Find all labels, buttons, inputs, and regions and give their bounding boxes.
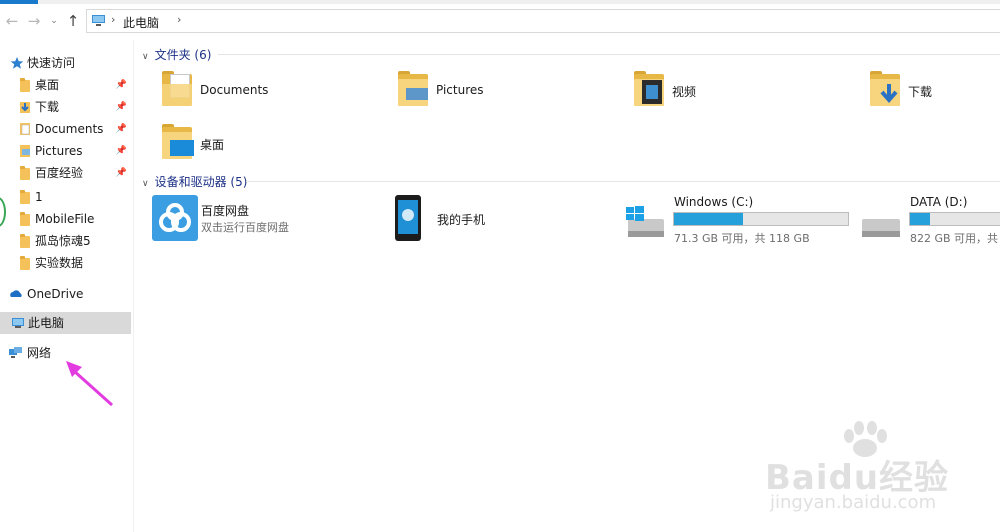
forward-arrow-icon[interactable]: → bbox=[24, 10, 44, 32]
device-name: DATA (D:) bbox=[910, 195, 968, 209]
drive-usage-fill bbox=[910, 213, 930, 225]
drive-usage-bar bbox=[673, 212, 849, 226]
folder-name: Pictures bbox=[436, 83, 484, 97]
sidebar-item-quick-access[interactable]: 快速访问 bbox=[0, 52, 131, 74]
breadcrumb-chevron-icon[interactable]: › bbox=[177, 13, 181, 26]
folder-icon bbox=[20, 166, 30, 180]
folder-pictures[interactable]: Pictures bbox=[394, 70, 594, 118]
sidebar-item-far-cry-5[interactable]: 孤岛惊魂5 bbox=[0, 230, 131, 252]
folder-documents[interactable]: Documents bbox=[158, 70, 358, 118]
download-arrow-icon bbox=[20, 102, 30, 113]
device-name: Windows (C:) bbox=[674, 195, 754, 209]
devices-group-header[interactable]: ∨ 设备和驱动器 (5) bbox=[142, 173, 247, 191]
sidebar-item-label: OneDrive bbox=[27, 287, 84, 301]
sidebar-item-label: 1 bbox=[35, 190, 43, 204]
device-drive-d[interactable]: DATA (D:) 822 GB 可用，共 9 bbox=[860, 195, 1000, 251]
recent-locations-chevron-icon[interactable]: ⌄ bbox=[44, 10, 64, 32]
hard-drive-icon bbox=[862, 219, 900, 237]
device-subtitle: 822 GB 可用，共 9 bbox=[910, 232, 1000, 245]
sidebar-item-downloads[interactable]: 下载 📌 bbox=[0, 96, 131, 118]
sidebar-item-label: MobileFile bbox=[35, 212, 95, 226]
document-icon bbox=[20, 123, 30, 135]
pin-icon: 📌 bbox=[115, 124, 127, 134]
folder-icon bbox=[20, 212, 30, 226]
sidebar-item-label: 百度经验 bbox=[35, 166, 84, 180]
sidebar-item-label: 实验数据 bbox=[35, 256, 84, 270]
device-name: 百度网盘 bbox=[201, 204, 250, 218]
drive-usage-fill bbox=[674, 213, 743, 225]
windows-drive-icon bbox=[626, 206, 664, 237]
sidebar-item-label: 网络 bbox=[27, 346, 52, 360]
sidebar-item-desktop[interactable]: 桌面 📌 bbox=[0, 74, 131, 96]
pictures-icon bbox=[20, 145, 30, 157]
watermark-url: jingyan.baidu.com bbox=[770, 492, 937, 513]
folder-downloads[interactable]: 下载 bbox=[866, 70, 1000, 118]
address-bar[interactable]: › 此电脑 › bbox=[86, 9, 1000, 33]
navigation-bar: ← → ⌄ ↑ › 此电脑 › bbox=[0, 6, 1000, 36]
annotation-arrow-icon bbox=[66, 361, 114, 407]
folders-group-header[interactable]: ∨ 文件夹 (6) bbox=[142, 46, 211, 64]
folder-videos[interactable]: 视频 bbox=[630, 70, 830, 118]
desktop-folder-icon bbox=[20, 78, 30, 92]
baidu-netdisk-icon bbox=[152, 195, 198, 241]
navigation-pane: 快速访问 桌面 📌 下载 📌 Documents 📌 Pictures 📌 百度… bbox=[0, 40, 134, 532]
device-subtitle: 71.3 GB 可用，共 118 GB bbox=[674, 232, 810, 245]
folder-icon bbox=[20, 256, 30, 270]
collapse-chevron-icon[interactable]: ∨ bbox=[142, 52, 149, 62]
this-pc-icon bbox=[12, 318, 24, 328]
pin-icon: 📌 bbox=[115, 146, 127, 156]
folder-name: 桌面 bbox=[200, 138, 225, 152]
collapse-chevron-icon[interactable]: ∨ bbox=[142, 179, 149, 189]
desktop-folder-icon bbox=[158, 123, 196, 161]
breadcrumb-chevron-icon[interactable]: › bbox=[111, 13, 115, 26]
folder-name: Documents bbox=[200, 83, 269, 97]
star-icon bbox=[10, 57, 24, 69]
sidebar-item-folder-1[interactable]: 1 bbox=[0, 186, 131, 208]
sidebar-item-label: 快速访问 bbox=[27, 56, 76, 70]
sidebar-item-label: 此电脑 bbox=[28, 316, 65, 330]
device-drive-c[interactable]: Windows (C:) 71.3 GB 可用，共 118 GB bbox=[624, 195, 854, 251]
device-name: 我的手机 bbox=[437, 213, 486, 227]
sidebar-item-experiment-data[interactable]: 实验数据 bbox=[0, 252, 131, 274]
videos-folder-icon bbox=[630, 70, 668, 108]
pin-icon: 📌 bbox=[115, 102, 127, 112]
up-arrow-icon[interactable]: ↑ bbox=[63, 10, 83, 32]
device-baidu-netdisk[interactable]: 百度网盘 双击运行百度网盘 bbox=[152, 195, 372, 251]
sidebar-item-label: Documents bbox=[35, 122, 104, 136]
this-pc-icon bbox=[92, 15, 105, 26]
sidebar-item-this-pc[interactable]: 此电脑 bbox=[0, 312, 131, 334]
sidebar-item-baidu-jingyan[interactable]: 百度经验 📌 bbox=[0, 162, 131, 184]
sidebar-item-label: 下载 bbox=[35, 100, 60, 114]
pin-icon: 📌 bbox=[115, 168, 127, 178]
downloads-folder-icon bbox=[866, 70, 904, 108]
sidebar-item-label: 桌面 bbox=[35, 78, 60, 92]
network-icon bbox=[9, 347, 22, 358]
divider bbox=[246, 181, 1000, 182]
sidebar-item-onedrive[interactable]: OneDrive bbox=[0, 283, 131, 305]
folder-name: 下载 bbox=[908, 85, 933, 99]
sidebar-item-pictures[interactable]: Pictures 📌 bbox=[0, 140, 131, 162]
folder-desktop[interactable]: 桌面 bbox=[158, 123, 358, 171]
device-my-phone[interactable]: 我的手机 bbox=[394, 195, 594, 251]
sidebar-item-label: Pictures bbox=[35, 144, 83, 158]
folder-name: 视频 bbox=[672, 85, 697, 99]
documents-folder-icon bbox=[158, 70, 196, 108]
device-subtitle: 双击运行百度网盘 bbox=[201, 221, 289, 234]
sidebar-item-documents[interactable]: Documents 📌 bbox=[0, 118, 131, 140]
phone-icon bbox=[395, 195, 421, 241]
sidebar-item-mobilefile[interactable]: MobileFile bbox=[0, 208, 131, 230]
onedrive-cloud-icon bbox=[10, 290, 22, 297]
folder-icon bbox=[20, 234, 30, 248]
drive-usage-bar bbox=[909, 212, 1000, 226]
ribbon-strip bbox=[0, 0, 1000, 4]
pin-icon: 📌 bbox=[115, 80, 127, 90]
sidebar-item-label: 孤岛惊魂5 bbox=[35, 234, 91, 248]
folder-icon bbox=[20, 190, 30, 204]
file-tab[interactable] bbox=[0, 0, 38, 4]
divider bbox=[218, 54, 1000, 55]
back-arrow-icon[interactable]: ← bbox=[2, 10, 22, 32]
breadcrumb-this-pc[interactable]: 此电脑 bbox=[123, 14, 159, 31]
baidu-jingyan-watermark: Baidu经验 jingyan.baidu.com bbox=[760, 420, 960, 520]
pictures-folder-icon bbox=[394, 70, 432, 108]
